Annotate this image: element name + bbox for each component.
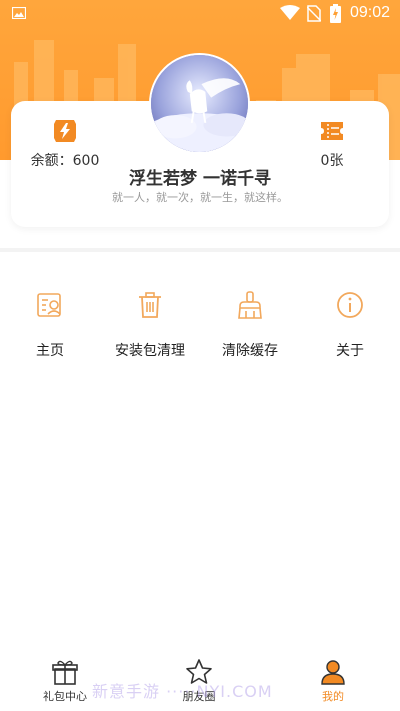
- avatar[interactable]: [149, 53, 250, 154]
- menu-item-clear-cache[interactable]: 清除缓存: [200, 288, 300, 360]
- wifi-icon: [280, 5, 300, 20]
- broom-icon: [238, 291, 262, 319]
- nav-mine[interactable]: 我的: [288, 658, 378, 704]
- no-sim-icon: [307, 5, 321, 22]
- menu-item-label: 安装包清理: [115, 343, 185, 359]
- status-bar: 09:02: [0, 0, 400, 28]
- menu-item-home[interactable]: 主页: [0, 288, 100, 360]
- menu-item-label: 主页: [36, 343, 64, 359]
- status-time: 09:02: [350, 4, 391, 21]
- menu-item-about[interactable]: 关于: [300, 288, 400, 360]
- user-icon: [321, 660, 345, 685]
- nav-label: 我的: [322, 690, 344, 703]
- ticket-icon: [321, 122, 343, 140]
- menu-item-label: 关于: [336, 343, 364, 359]
- ticket-block[interactable]: 0张: [302, 118, 362, 170]
- image-notification-icon: [12, 7, 26, 19]
- watermark: 新意手游 ·····NYI.COM: [92, 682, 273, 701]
- function-menu: 主页 安装包清理 清除缓存 关于: [0, 288, 400, 368]
- lightning-coin-icon: [54, 120, 76, 142]
- info-icon: [337, 292, 363, 318]
- section-divider: [0, 248, 400, 252]
- gift-icon: [52, 660, 78, 685]
- menu-item-label: 清除缓存: [222, 343, 278, 359]
- pegasus-avatar-image: [151, 55, 248, 152]
- menu-item-package-cleanup[interactable]: 安装包清理: [100, 288, 200, 360]
- balance-block[interactable]: 余额：600: [20, 118, 110, 170]
- username: 浮生若梦 一诺千寻: [129, 169, 271, 189]
- battery-charging-icon: [330, 4, 341, 23]
- trash-icon: [139, 292, 161, 318]
- user-signature: 就一人，就一次，就一生，就这样。: [112, 191, 288, 204]
- profile-card-icon: [37, 293, 61, 317]
